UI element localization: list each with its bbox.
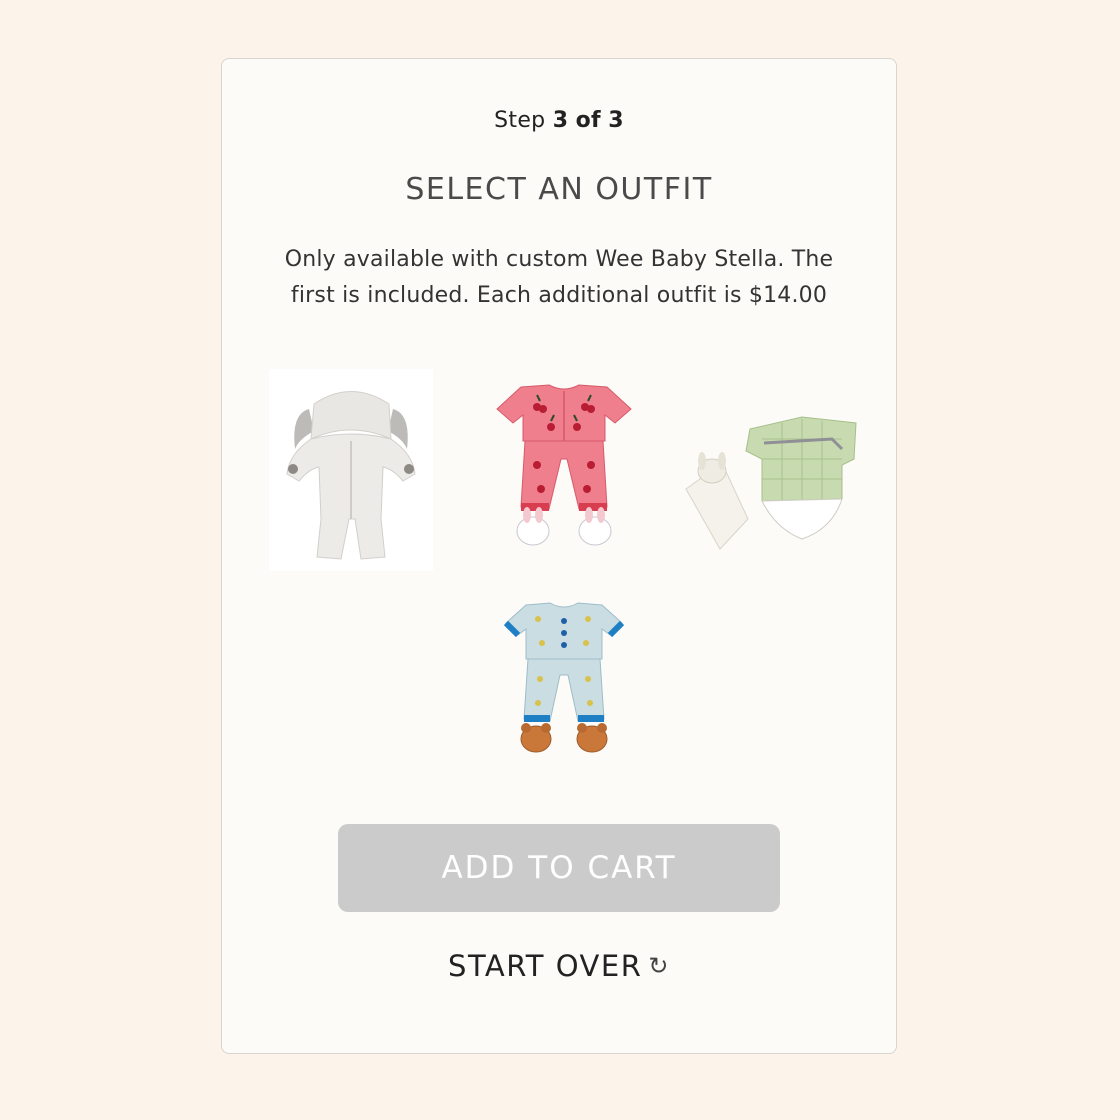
outfit-option-cherry-pajamas[interactable] [491,379,637,559]
outfit-option-gingham-outfit[interactable] [682,409,862,554]
start-over-label: START OVER [448,949,643,983]
page-title: SELECT AN OUTFIT [405,172,713,207]
outfit-option-bunny-suit[interactable] [269,369,433,571]
step-current: 3 [552,108,569,133]
outfit-option-blue-pajamas[interactable] [502,599,626,755]
start-over-link[interactable]: START OVER ↻ [222,949,896,983]
blue-pajamas-bear-slippers-icon [503,602,625,753]
cherry-pajamas-icon [496,384,632,546]
step-total: 3 [608,108,624,133]
step-prefix: Step [494,108,546,133]
bunny-suit-icon [269,369,433,571]
step-indicator: Step 3 of 3 [222,108,896,133]
refresh-icon: ↻ [648,952,670,980]
add-to-cart-button[interactable]: ADD TO CART [338,824,780,912]
gingham-outfit-lovey-icon [685,416,857,550]
step-of: of [575,108,601,133]
outfit-description: Only available with custom Wee Baby Stel… [284,247,834,308]
outfit-selection-card: Step 3 of 3 SELECT AN OUTFIT Only availa… [221,58,897,1054]
